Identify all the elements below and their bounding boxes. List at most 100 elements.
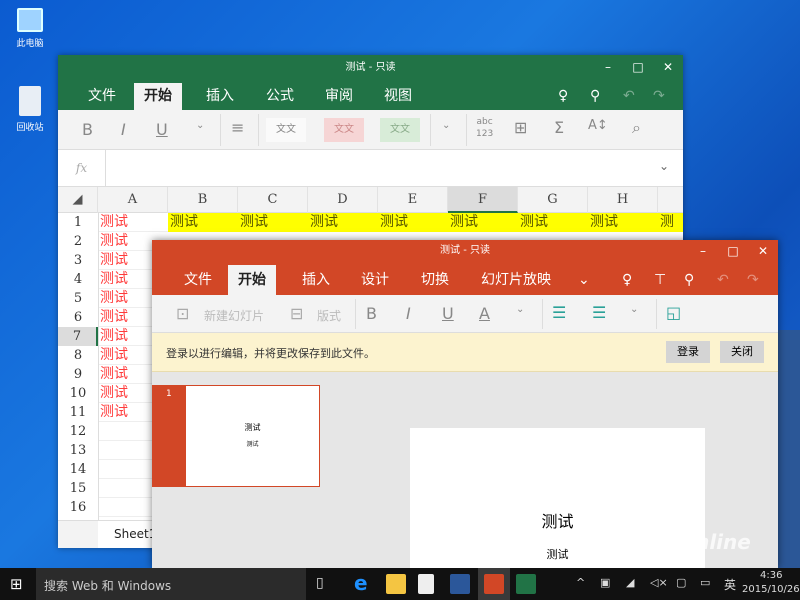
- autosum-button[interactable]: Σ: [554, 118, 564, 137]
- cell-style-bad[interactable]: 文文: [324, 118, 364, 142]
- tab-slideshow[interactable]: 幻灯片放映: [471, 265, 561, 295]
- numbering-icon[interactable]: ☰: [592, 303, 606, 322]
- tab-transitions[interactable]: 切换: [411, 265, 459, 295]
- column-header[interactable]: G: [518, 187, 588, 213]
- redo-icon[interactable]: ↷: [737, 265, 769, 295]
- row-header[interactable]: 2: [58, 232, 98, 251]
- font-color-button[interactable]: A: [479, 304, 490, 323]
- column-header[interactable]: E: [378, 187, 448, 213]
- formula-input[interactable]: [107, 150, 663, 186]
- desktop-icon-recycle-bin[interactable]: 回收站: [8, 86, 52, 133]
- column-header-selected[interactable]: F: [448, 187, 518, 213]
- cell-a7[interactable]: 测试: [100, 327, 128, 346]
- slide-thumbnail[interactable]: 测试 测试: [185, 385, 320, 487]
- more-tabs-chevron-icon[interactable]: ⌄: [568, 265, 600, 295]
- row-header[interactable]: 11: [58, 403, 98, 422]
- tab-home[interactable]: 开始: [134, 83, 182, 110]
- chevron-down-icon[interactable]: ⌄: [630, 304, 638, 315]
- search-box[interactable]: 搜索 Web 和 Windows: [36, 568, 306, 600]
- cell-style-good[interactable]: 文文: [380, 118, 420, 142]
- cell-row1[interactable]: 测试: [170, 213, 198, 232]
- tab-insert[interactable]: 插入: [196, 83, 244, 110]
- underline-button[interactable]: U: [442, 304, 454, 323]
- lightbulb-icon[interactable]: ♀: [612, 265, 642, 295]
- cell-style-normal[interactable]: 文文: [266, 118, 306, 142]
- cell-a2[interactable]: 测试: [100, 232, 128, 251]
- row-header[interactable]: 3: [58, 251, 98, 270]
- row-header[interactable]: 14: [58, 460, 98, 479]
- cell-a1[interactable]: 测试: [100, 213, 128, 232]
- chevron-down-icon[interactable]: ⌄: [659, 159, 669, 173]
- underline-button[interactable]: U: [156, 120, 168, 139]
- volume-icon[interactable]: ◁×: [650, 576, 668, 589]
- keyboard-icon[interactable]: ▭: [700, 576, 710, 589]
- minimize-button[interactable]: –: [688, 240, 718, 262]
- slide-title[interactable]: 测试: [410, 508, 705, 532]
- row-header[interactable]: 16: [58, 498, 98, 517]
- close-button[interactable]: ✕: [748, 240, 778, 262]
- column-header[interactable]: A: [98, 187, 168, 213]
- cell-a9[interactable]: 测试: [100, 365, 128, 384]
- tab-home[interactable]: 开始: [228, 265, 276, 295]
- maximize-button[interactable]: □: [623, 55, 653, 80]
- bold-button[interactable]: B: [366, 304, 377, 323]
- windows-start-icon[interactable]: ⊞: [10, 575, 23, 593]
- maximize-button[interactable]: □: [718, 240, 748, 262]
- tab-view[interactable]: 视图: [374, 83, 422, 110]
- layout-button[interactable]: 版式: [317, 307, 341, 324]
- close-button[interactable]: ✕: [653, 55, 683, 80]
- italic-button[interactable]: I: [406, 304, 411, 323]
- network-icon[interactable]: ▣: [600, 576, 610, 589]
- lightbulb-icon[interactable]: ♀: [548, 83, 578, 110]
- task-view-icon[interactable]: ▯: [316, 575, 324, 591]
- store-icon[interactable]: [418, 574, 434, 594]
- number-format-button[interactable]: abc 123: [476, 116, 493, 140]
- cell-row1[interactable]: 测试: [380, 213, 408, 232]
- sort-filter-icon[interactable]: A↕: [588, 118, 608, 133]
- cell-a6[interactable]: 测试: [100, 308, 128, 327]
- share-icon[interactable]: ⚲: [674, 265, 704, 295]
- row-header[interactable]: 5: [58, 289, 98, 308]
- clock-date[interactable]: 2015/10/26: [742, 584, 800, 595]
- show-hidden-icons[interactable]: ^: [576, 576, 585, 589]
- desktop-icon-this-pc[interactable]: 此电脑: [8, 8, 52, 49]
- cell-a4[interactable]: 测试: [100, 270, 128, 289]
- row-header[interactable]: 7: [58, 327, 98, 346]
- minimize-button[interactable]: –: [593, 55, 623, 80]
- new-slide-button[interactable]: 新建幻灯片: [204, 307, 264, 324]
- row-header[interactable]: 8: [58, 346, 98, 365]
- tab-insert[interactable]: 插入: [292, 265, 340, 295]
- cell-a5[interactable]: 测试: [100, 289, 128, 308]
- bullets-icon[interactable]: ☰: [552, 303, 566, 322]
- share-icon[interactable]: ⚲: [580, 83, 610, 110]
- tab-file[interactable]: 文件: [174, 265, 222, 295]
- cell-row1[interactable]: 测试: [660, 213, 683, 232]
- undo-icon[interactable]: ↶: [613, 83, 645, 110]
- row-header[interactable]: 9: [58, 365, 98, 384]
- align-icon[interactable]: ≡: [231, 118, 244, 137]
- bold-button[interactable]: B: [82, 120, 93, 139]
- cell-a3[interactable]: 测试: [100, 251, 128, 270]
- cell-row1[interactable]: 测试: [310, 213, 338, 232]
- column-header[interactable]: D: [308, 187, 378, 213]
- row-header[interactable]: 1: [58, 213, 98, 232]
- present-icon[interactable]: ⊤: [644, 265, 676, 295]
- chevron-down-icon[interactable]: ⌄: [442, 120, 450, 131]
- shapes-icon[interactable]: ◱: [666, 303, 681, 322]
- cell-a10[interactable]: 测试: [100, 384, 128, 403]
- edge-icon[interactable]: e: [354, 571, 368, 595]
- redo-icon[interactable]: ↷: [643, 83, 675, 110]
- chevron-down-icon[interactable]: ⌄: [516, 304, 524, 315]
- cell-row1[interactable]: 测试: [520, 213, 548, 232]
- clear-format-icon[interactable]: ⊞: [514, 118, 527, 137]
- wifi-icon[interactable]: ◢: [626, 576, 634, 589]
- tab-review[interactable]: 审阅: [315, 83, 363, 110]
- tab-formulas[interactable]: 公式: [256, 83, 304, 110]
- cell-row1[interactable]: 测试: [240, 213, 268, 232]
- select-all-button[interactable]: ◢: [58, 187, 98, 213]
- row-header[interactable]: 12: [58, 422, 98, 441]
- close-message-button[interactable]: 关闭: [720, 341, 764, 363]
- action-center-icon[interactable]: ▢: [676, 576, 686, 589]
- undo-icon[interactable]: ↶: [707, 265, 739, 295]
- cell-a8[interactable]: 测试: [100, 346, 128, 365]
